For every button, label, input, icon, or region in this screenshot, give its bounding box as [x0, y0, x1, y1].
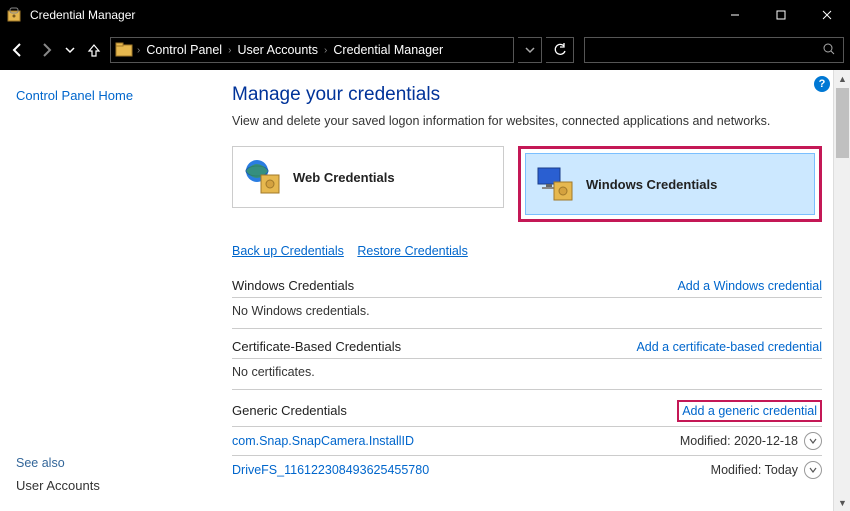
- section-empty-text: No Windows credentials.: [232, 298, 822, 329]
- chevron-right-icon: ›: [137, 45, 140, 56]
- control-panel-home-link[interactable]: Control Panel Home: [16, 88, 194, 103]
- globe-vault-icon: [243, 157, 283, 197]
- sidebar: Control Panel Home See also User Account…: [0, 70, 210, 511]
- section-header-certificate: Certificate-Based Credentials Add a cert…: [232, 339, 822, 359]
- highlighted-add-link: Add a generic credential: [677, 400, 822, 422]
- add-generic-credential-link[interactable]: Add a generic credential: [682, 404, 817, 418]
- scroll-down-button[interactable]: ▼: [834, 494, 850, 511]
- restore-credentials-link[interactable]: Restore Credentials: [357, 244, 467, 258]
- backup-credentials-link[interactable]: Back up Credentials: [232, 244, 344, 258]
- minimize-button[interactable]: [712, 0, 758, 30]
- section-title: Certificate-Based Credentials: [232, 339, 401, 354]
- monitor-vault-icon: [536, 164, 576, 204]
- recent-locations-button[interactable]: [62, 38, 78, 62]
- back-button[interactable]: [6, 38, 30, 62]
- breadcrumb-item[interactable]: User Accounts: [235, 43, 320, 57]
- up-button[interactable]: [82, 38, 106, 62]
- credential-modified: Modified: Today: [711, 463, 798, 477]
- section-empty-text: No certificates.: [232, 359, 822, 390]
- close-button[interactable]: [804, 0, 850, 30]
- forward-button[interactable]: [34, 38, 58, 62]
- highlighted-selection: Windows Credentials: [518, 146, 822, 222]
- credential-row[interactable]: com.Snap.SnapCamera.InstallID Modified: …: [232, 427, 822, 456]
- section-header-generic: Generic Credentials Add a generic creden…: [232, 400, 822, 427]
- credential-name: com.Snap.SnapCamera.InstallID: [232, 434, 414, 448]
- scroll-up-button[interactable]: ▲: [834, 70, 850, 87]
- tile-label: Windows Credentials: [586, 177, 717, 192]
- section-title: Windows Credentials: [232, 278, 354, 293]
- add-certificate-credential-link[interactable]: Add a certificate-based credential: [636, 340, 822, 354]
- main-panel: ? Manage your credentials View and delet…: [210, 70, 850, 511]
- address-dropdown-button[interactable]: [518, 37, 542, 63]
- expand-button[interactable]: [804, 461, 822, 479]
- scrollbar[interactable]: ▲ ▼: [833, 70, 850, 511]
- window-title: Credential Manager: [28, 8, 712, 22]
- web-credentials-tile[interactable]: Web Credentials: [232, 146, 504, 208]
- search-box[interactable]: [584, 37, 844, 63]
- tile-label: Web Credentials: [293, 170, 395, 185]
- section-header-windows: Windows Credentials Add a Windows creden…: [232, 278, 822, 298]
- breadcrumb-item[interactable]: Credential Manager: [331, 43, 445, 57]
- credential-row[interactable]: DriveFS_116122308493625455780 Modified: …: [232, 456, 822, 484]
- app-icon: [6, 7, 22, 23]
- windows-credentials-tile[interactable]: Windows Credentials: [525, 153, 815, 215]
- add-windows-credential-link[interactable]: Add a Windows credential: [677, 279, 822, 293]
- credential-modified: Modified: 2020-12-18: [680, 434, 798, 448]
- section-title: Generic Credentials: [232, 403, 347, 418]
- see-also-user-accounts-link[interactable]: User Accounts: [16, 478, 194, 493]
- credential-name: DriveFS_116122308493625455780: [232, 463, 429, 477]
- help-icon[interactable]: ?: [814, 76, 830, 92]
- navigation-bar: › Control Panel › User Accounts › Creden…: [0, 30, 850, 70]
- search-icon: [823, 43, 835, 58]
- content-area: Control Panel Home See also User Account…: [0, 70, 850, 511]
- address-bar[interactable]: › Control Panel › User Accounts › Creden…: [110, 37, 514, 63]
- chevron-right-icon: ›: [324, 45, 327, 56]
- maximize-button[interactable]: [758, 0, 804, 30]
- expand-button[interactable]: [804, 432, 822, 450]
- credential-actions: Back up Credentials Restore Credentials: [232, 244, 822, 258]
- see-also-label: See also: [16, 456, 194, 470]
- refresh-button[interactable]: [546, 37, 574, 63]
- page-heading: Manage your credentials: [232, 84, 822, 106]
- folder-icon: [115, 41, 133, 59]
- window-titlebar: Credential Manager: [0, 0, 850, 30]
- scroll-thumb[interactable]: [836, 88, 849, 158]
- breadcrumb-item[interactable]: Control Panel: [144, 43, 224, 57]
- chevron-right-icon: ›: [228, 45, 231, 56]
- page-subtitle: View and delete your saved logon informa…: [232, 114, 822, 128]
